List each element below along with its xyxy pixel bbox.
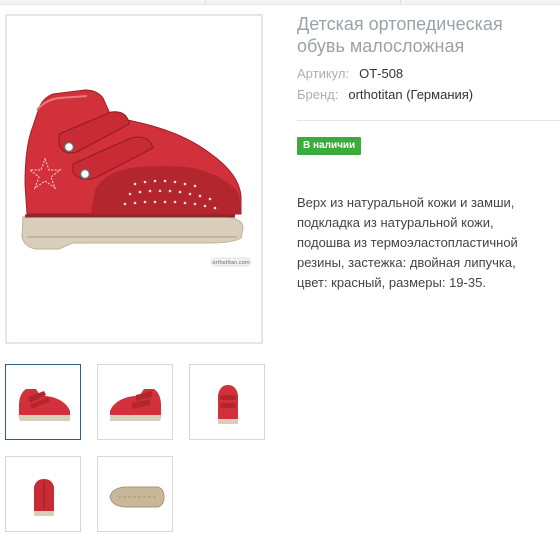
product-description: Верх из натуральной кожи и замши, подкла… xyxy=(297,195,518,290)
watermark-text: orthotitan.com xyxy=(212,260,249,266)
brand-row: Бренд: orthotitan (Германия) xyxy=(297,87,473,103)
info-divider xyxy=(297,120,560,121)
strip-divider xyxy=(400,0,401,4)
thumb-shoe-sole xyxy=(109,486,165,508)
availability-badge: В наличии xyxy=(297,137,362,155)
top-strip xyxy=(0,0,560,5)
thumbnail-side-right[interactable] xyxy=(97,364,173,440)
thumb-shoe-side-left xyxy=(18,389,70,421)
shoe-illustration: orthotitan.com xyxy=(21,89,252,267)
thumb-shoe-side-right xyxy=(110,389,162,421)
thumb-shoe-back xyxy=(34,479,54,516)
article-label: Артикул: xyxy=(297,66,350,81)
brand-label: Бренд: xyxy=(297,87,339,102)
article-row: Артикул: ОТ-508 xyxy=(297,66,403,82)
product-title: Детская ортопедическая обувь малосложная xyxy=(297,14,503,56)
thumbnail-sole[interactable] xyxy=(97,456,173,532)
thumbnail-front[interactable] xyxy=(189,364,265,440)
main-product-image[interactable]: orthotitan.com xyxy=(5,14,263,344)
thumbnail-side-left[interactable] xyxy=(5,364,81,440)
strip-divider xyxy=(205,0,206,4)
brand-value: orthotitan (Германия) xyxy=(348,87,474,102)
thumbnail-back[interactable] xyxy=(5,456,81,532)
article-value: ОТ-508 xyxy=(359,66,404,81)
thumb-shoe-front xyxy=(218,385,238,424)
